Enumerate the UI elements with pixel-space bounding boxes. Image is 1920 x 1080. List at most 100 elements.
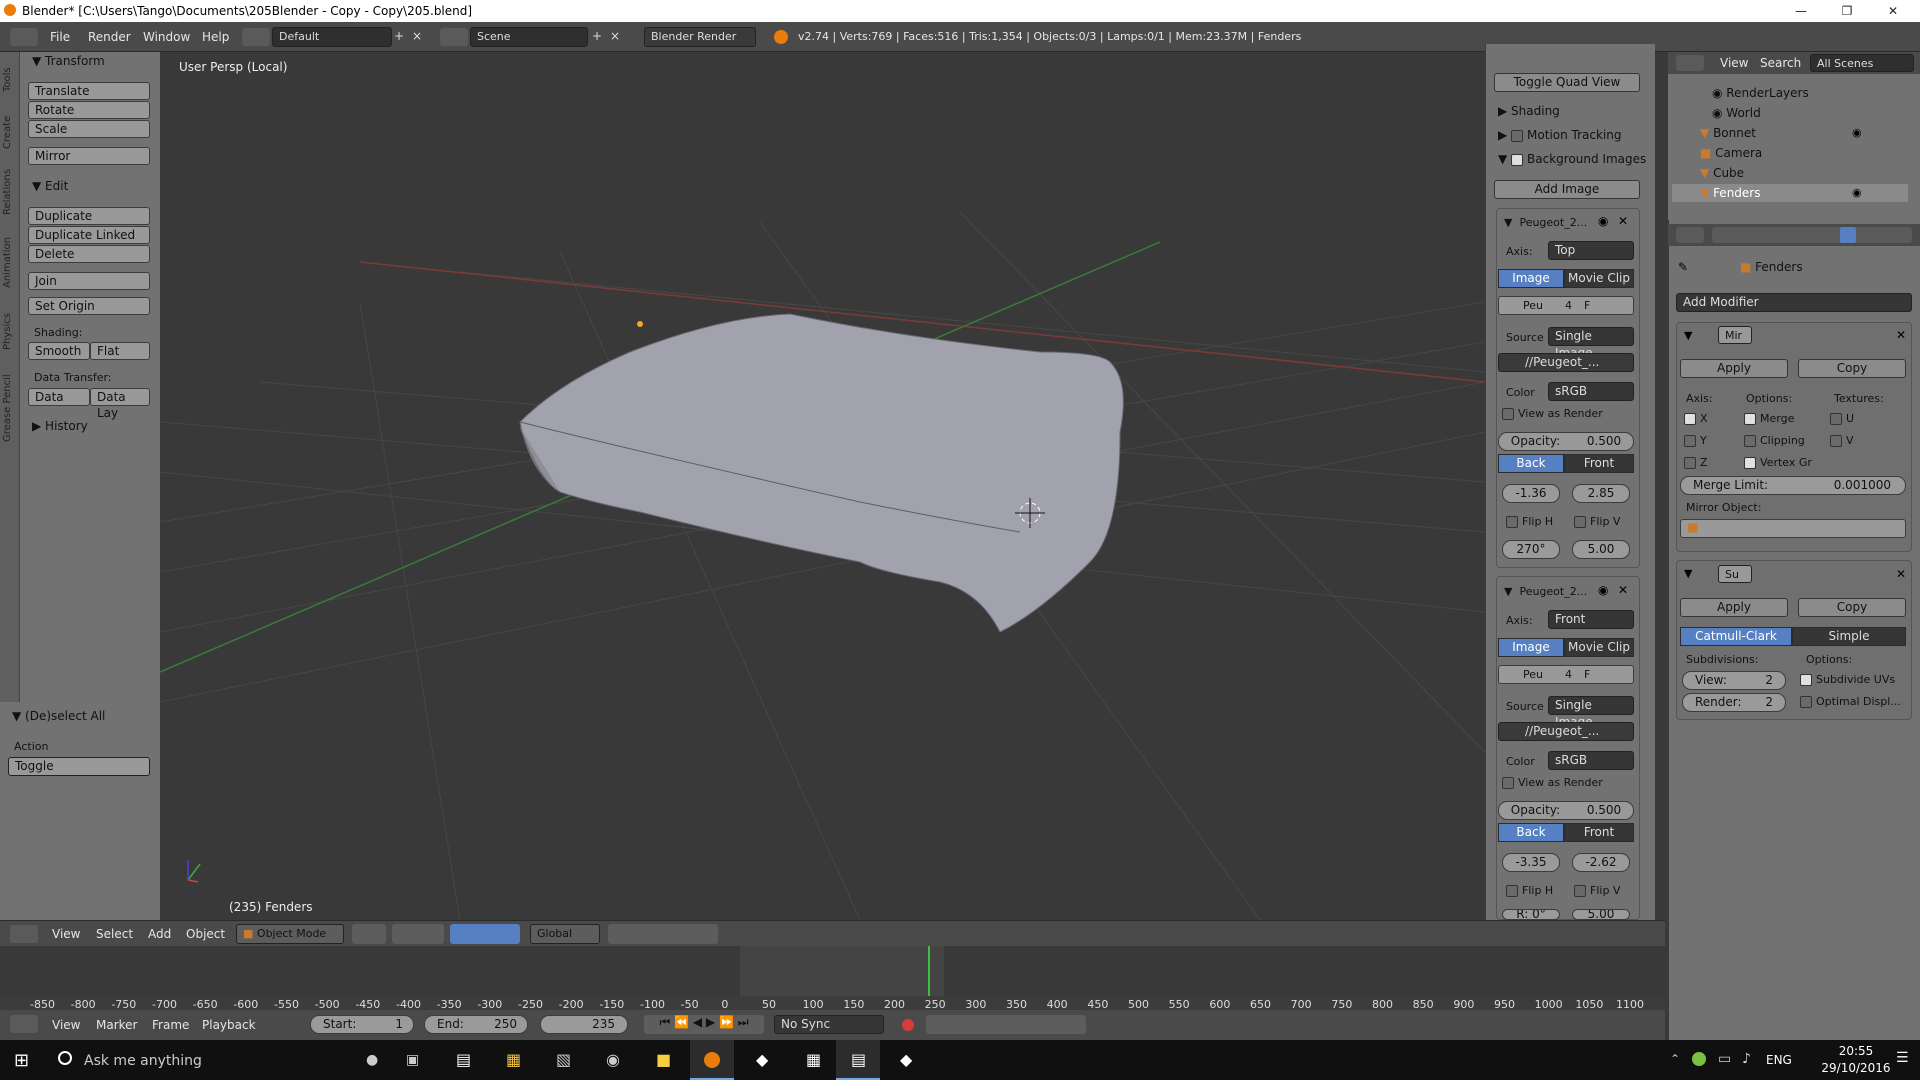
collapse-icon[interactable]: ▼ <box>1684 329 1692 342</box>
duplicate-linked-button[interactable]: Duplicate Linked <box>28 226 150 244</box>
timeline-editor-icon[interactable] <box>10 1015 38 1033</box>
render-engine-selector[interactable]: Blender Render <box>644 27 756 47</box>
axis-y-checkbox[interactable]: Y <box>1684 434 1707 447</box>
duplicate-button[interactable]: Duplicate <box>28 207 150 225</box>
add-menu[interactable]: Add <box>148 927 171 941</box>
notepad-icon[interactable]: ▤ <box>456 1050 471 1069</box>
maximize-button[interactable]: ❐ <box>1824 0 1870 22</box>
layout-icon[interactable] <box>242 28 270 46</box>
flip-h-1[interactable]: Flip H <box>1506 515 1553 528</box>
mirror-modifier-name[interactable]: Mir <box>1718 326 1752 344</box>
optimal-display-checkbox[interactable]: Optimal Displ... <box>1800 695 1901 708</box>
frame-menu[interactable]: Frame <box>152 1018 189 1032</box>
view-as-render-1[interactable]: View as Render <box>1502 407 1603 420</box>
add-layout-icon[interactable]: + <box>394 29 408 43</box>
shading-mode-icon[interactable] <box>352 924 386 944</box>
outliner-fenders[interactable]: ▼ Fenders <box>1700 186 1760 200</box>
source-dropdown-2[interactable]: Single Image <box>1548 696 1634 729</box>
taskbar-search[interactable]: Ask me anything <box>84 1053 202 1069</box>
rotate-button[interactable]: Rotate <box>28 101 150 119</box>
size-1[interactable]: 5.00 <box>1572 540 1630 559</box>
menu-help[interactable]: Help <box>202 30 229 44</box>
close-icon[interactable]: ✕ <box>1896 328 1906 342</box>
merge-limit-field[interactable]: Merge Limit: 0.001000 <box>1680 476 1906 495</box>
source-dropdown-1[interactable]: Single Image <box>1548 327 1634 360</box>
file-explorer-icon[interactable]: ▦ <box>506 1050 521 1069</box>
close-icon[interactable]: ✕ <box>1896 567 1906 581</box>
scene-icon[interactable] <box>440 28 468 46</box>
menu-render[interactable]: Render <box>88 30 131 44</box>
image-tab-2[interactable]: Image <box>1498 638 1564 657</box>
notifications-icon[interactable]: ☰ <box>1896 1050 1909 1066</box>
action-dropdown[interactable]: Toggle <box>8 757 150 776</box>
start-frame-field[interactable]: Start: 1 <box>310 1015 414 1034</box>
axis-dropdown-1[interactable]: Top <box>1548 241 1634 260</box>
movie-clip-tab-1[interactable]: Movie Clip <box>1564 269 1634 288</box>
layers-icon[interactable] <box>608 924 718 944</box>
add-scene-icon[interactable]: + <box>592 29 602 43</box>
outliner-cube[interactable]: ▼ Cube <box>1700 166 1744 180</box>
front-tab-1[interactable]: Front <box>1564 454 1634 473</box>
view-menu[interactable]: View <box>52 927 80 941</box>
mode-dropdown[interactable]: ■ Object Mode <box>236 924 344 944</box>
timeline-view-menu[interactable]: View <box>52 1018 80 1032</box>
current-frame-field[interactable]: 235 <box>540 1015 628 1034</box>
axis-x-checkbox[interactable]: X <box>1684 412 1708 425</box>
playback-controls[interactable]: ⏮ ⏪ ◀ ▶ ⏩ ⏭ <box>644 1015 764 1034</box>
close-window-button[interactable]: ✕ <box>1870 0 1916 22</box>
volume-icon[interactable]: ♪ <box>1742 1051 1751 1067</box>
sync-dropdown[interactable]: No Sync <box>774 1015 884 1034</box>
edit-header[interactable]: ▼ Edit <box>32 179 68 193</box>
layout-selector[interactable]: Default <box>272 27 392 47</box>
deselect-all-header[interactable]: ▼ (De)select All <box>12 709 105 723</box>
tray-chevron-icon[interactable]: ⌃ <box>1670 1052 1680 1066</box>
eye-icon[interactable]: ◉ <box>1598 214 1608 228</box>
tab-tools[interactable]: Tools <box>2 58 18 102</box>
opacity-slider-2[interactable]: Opacity: 0.500 <box>1498 801 1634 820</box>
data-lay-button[interactable]: Data Lay <box>90 388 150 420</box>
menu-file[interactable]: File <box>50 30 70 44</box>
orientation-dropdown[interactable]: Global <box>530 924 600 944</box>
smooth-button[interactable]: Smooth <box>28 342 90 360</box>
history-header[interactable]: ▶ History <box>32 419 88 433</box>
movie-clip-tab-2[interactable]: Movie Clip <box>1564 638 1634 657</box>
collapse-icon[interactable]: ▼ <box>1684 567 1692 580</box>
copy-button[interactable]: Copy <box>1798 598 1906 617</box>
image-path-1[interactable]: //Peugeot_... <box>1498 353 1634 372</box>
outliner-search-menu[interactable]: Search <box>1760 56 1801 70</box>
texture-u-checkbox[interactable]: U <box>1830 412 1854 425</box>
subdivide-uvs-checkbox[interactable]: Subdivide UVs <box>1800 673 1895 686</box>
add-image-button[interactable]: Add Image <box>1494 180 1640 199</box>
network-icon[interactable]: ▭ <box>1718 1051 1731 1067</box>
outliner-editor-icon[interactable] <box>1676 55 1704 71</box>
axis-dropdown-2[interactable]: Front <box>1548 610 1634 629</box>
y-offset-2[interactable]: -2.62 <box>1572 853 1630 872</box>
flat-button[interactable]: Flat <box>90 342 150 360</box>
close-icon[interactable]: ✕ <box>1618 583 1628 597</box>
tray-app-icon[interactable] <box>1692 1052 1706 1066</box>
unity-icon[interactable]: ◆ <box>756 1050 768 1069</box>
subsurf-modifier-name[interactable]: Su <box>1718 565 1752 583</box>
image-datablock-1[interactable]: Peu 4 F <box>1498 296 1634 315</box>
x-offset-2[interactable]: -3.35 <box>1502 853 1560 872</box>
copy-button[interactable]: Copy <box>1798 359 1906 378</box>
task-view-icon[interactable]: ▣ <box>406 1052 419 1068</box>
back-tab-2[interactable]: Back <box>1498 823 1564 842</box>
flip-v-1[interactable]: Flip V <box>1574 515 1620 528</box>
marker-menu[interactable]: Marker <box>96 1018 137 1032</box>
outliner-camera[interactable]: ■ Camera <box>1700 146 1762 160</box>
visibility-eye-icon[interactable]: ◉ <box>1852 126 1862 139</box>
set-origin-dropdown[interactable]: Set Origin <box>28 297 150 315</box>
tab-create[interactable]: Create <box>2 108 18 156</box>
menu-window[interactable]: Window <box>143 30 190 44</box>
back-tab-1[interactable]: Back <box>1498 454 1564 473</box>
delete-button[interactable]: Delete <box>28 245 150 263</box>
editor-type-icon[interactable] <box>10 28 38 46</box>
x-offset-1[interactable]: -1.36 <box>1502 484 1560 503</box>
view-as-render-2[interactable]: View as Render <box>1502 776 1603 789</box>
image-path-2[interactable]: //Peugeot_... <box>1498 722 1634 741</box>
color-dropdown-1[interactable]: sRGB <box>1548 382 1634 401</box>
translate-button[interactable]: Translate <box>28 82 150 100</box>
merge-checkbox[interactable]: Merge <box>1744 412 1794 425</box>
eye-icon[interactable]: ◉ <box>1598 583 1608 597</box>
